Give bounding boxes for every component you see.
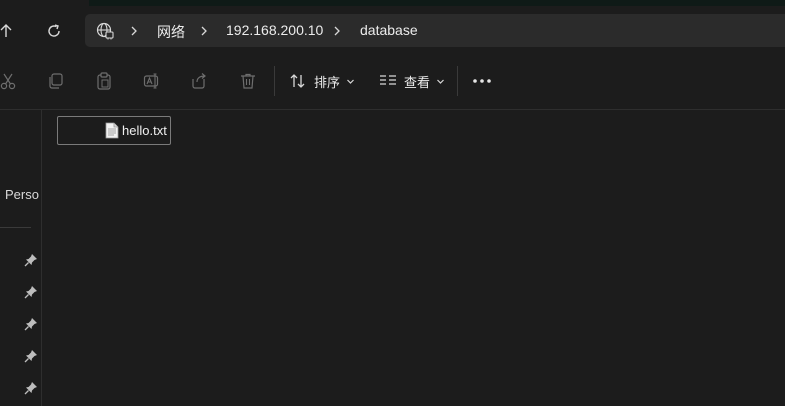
refresh-icon: [48, 24, 60, 37]
network-globe-icon: [96, 22, 114, 40]
copy-icon: [49, 73, 63, 89]
pin-icon[interactable]: [24, 285, 38, 299]
title-accent: [89, 0, 785, 6]
chevron-down-icon: [437, 79, 444, 84]
chevron-right-icon[interactable]: [198, 24, 210, 38]
refresh-button[interactable]: [40, 17, 68, 45]
command-bar: 排序 查看: [0, 53, 785, 110]
text-file-icon: [105, 122, 119, 139]
navigation-bar: 网络 192.168.200.10 database: [0, 9, 785, 53]
chevron-right-icon[interactable]: [128, 24, 140, 38]
file-list: hello.txt: [42, 110, 785, 406]
nav-divider: [0, 227, 31, 228]
file-item[interactable]: hello.txt: [57, 116, 171, 145]
cut-button[interactable]: [0, 70, 19, 92]
breadcrumb-network[interactable]: 网络: [157, 22, 185, 42]
pin-icon[interactable]: [24, 317, 38, 331]
pin-icon[interactable]: [24, 349, 38, 363]
paste-icon: [97, 72, 111, 90]
sort-button[interactable]: 排序: [289, 69, 355, 93]
chevron-right-icon[interactable]: [331, 24, 343, 38]
up-button[interactable]: [0, 17, 20, 45]
more-options-button[interactable]: [471, 70, 493, 92]
toolbar-divider: [274, 66, 275, 96]
pin-icon[interactable]: [24, 253, 38, 267]
copy-button[interactable]: [45, 70, 67, 92]
breadcrumb-folder[interactable]: database: [360, 22, 418, 38]
arrow-up-icon: [0, 24, 12, 37]
share-button[interactable]: [189, 70, 211, 92]
delete-icon: [241, 73, 255, 89]
address-bar[interactable]: 网络 192.168.200.10 database: [85, 14, 785, 47]
view-list-icon: [380, 75, 396, 85]
file-name: hello.txt: [122, 123, 167, 138]
file-explorer-window: 网络 192.168.200.10 database 排序 查看 Perso h…: [0, 0, 785, 406]
view-button[interactable]: 查看: [379, 69, 445, 93]
delete-button[interactable]: [237, 70, 259, 92]
sort-icon: [290, 74, 305, 88]
breadcrumb-host[interactable]: 192.168.200.10: [226, 22, 323, 38]
view-label: 查看: [404, 74, 431, 90]
sort-label: 排序: [314, 74, 341, 90]
more-icon: [473, 79, 491, 83]
toolbar-divider: [457, 66, 458, 96]
paste-button[interactable]: [93, 70, 115, 92]
title-strip: [0, 0, 785, 9]
pin-icon[interactable]: [24, 381, 38, 395]
cut-icon: [0, 73, 16, 90]
rename-button[interactable]: [141, 70, 163, 92]
nav-item-personal[interactable]: Perso: [5, 187, 39, 202]
rename-icon: [143, 73, 159, 89]
share-icon: [192, 73, 206, 89]
chevron-down-icon: [347, 79, 354, 84]
navigation-pane: Perso: [0, 110, 42, 406]
